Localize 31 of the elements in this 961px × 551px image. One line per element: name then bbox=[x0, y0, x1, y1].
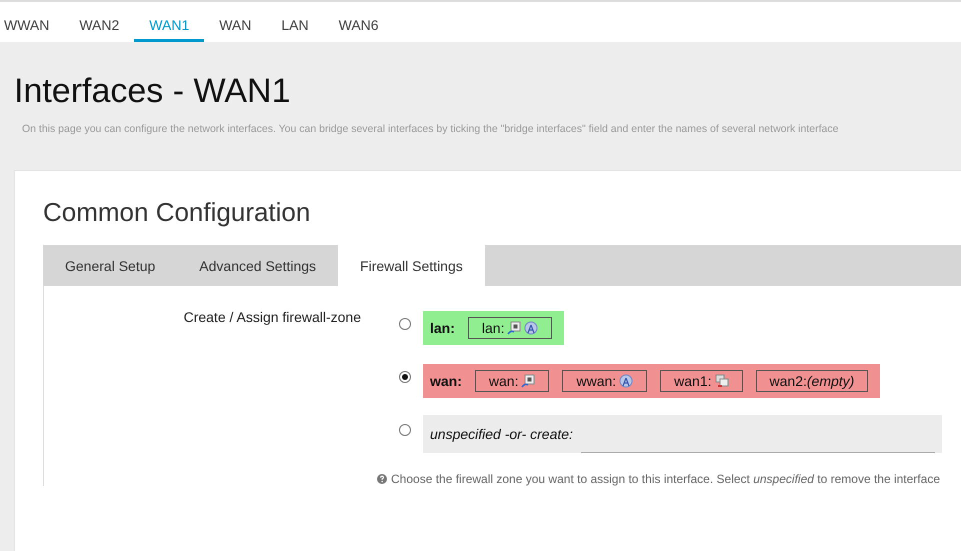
zone-name: wan: bbox=[430, 373, 462, 389]
zone-member: wan1: bbox=[660, 370, 743, 392]
radio-button[interactable] bbox=[399, 424, 411, 436]
ethernet-port-icon bbox=[507, 321, 522, 335]
radio-button[interactable] bbox=[399, 318, 411, 330]
zone-member: lan: bbox=[468, 317, 552, 339]
computer-icon bbox=[714, 374, 729, 388]
section-tab[interactable]: General Setup bbox=[43, 245, 178, 286]
zone-name: lan: bbox=[430, 320, 455, 336]
create-zone-label: unspecified -or- create: bbox=[430, 426, 573, 442]
section-tab[interactable]: Firewall Settings bbox=[338, 245, 485, 286]
page-title: Interfaces - WAN1 bbox=[14, 71, 292, 111]
field-label: Create / Assign firewall-zone bbox=[182, 308, 361, 327]
interface-tab[interactable]: WAN2 bbox=[64, 2, 134, 42]
interface-tab[interactable]: WAN bbox=[204, 2, 266, 42]
wireless-icon bbox=[524, 321, 538, 335]
interface-tab[interactable]: WAN6 bbox=[324, 2, 394, 42]
zone-member: wan: bbox=[474, 370, 550, 392]
zone-member: wwan: bbox=[562, 370, 648, 392]
section-title: Common Configuration bbox=[43, 196, 312, 228]
ethernet-port-icon bbox=[521, 374, 536, 388]
interface-tab[interactable]: LAN bbox=[266, 2, 324, 42]
zone-member: wan2:(empty) bbox=[756, 370, 868, 392]
help-text: Choose the firewall zone you want to assign to this interface. Select unspecified to remove the interface bbox=[391, 472, 940, 486]
help-icon bbox=[377, 474, 387, 484]
radio-button[interactable] bbox=[399, 371, 411, 383]
wireless-icon bbox=[619, 374, 634, 388]
interface-tab[interactable]: WWAN bbox=[0, 2, 64, 42]
create-zone-field[interactable]: unspecified -or- create: bbox=[423, 415, 942, 453]
section-tab[interactable]: Advanced Settings bbox=[177, 245, 338, 286]
page-description: On this page you can configure the network interfaces. You can bridge several interfaces by ticking the "bridge interfaces" field and enter the names of several network interface bbox=[22, 123, 840, 135]
